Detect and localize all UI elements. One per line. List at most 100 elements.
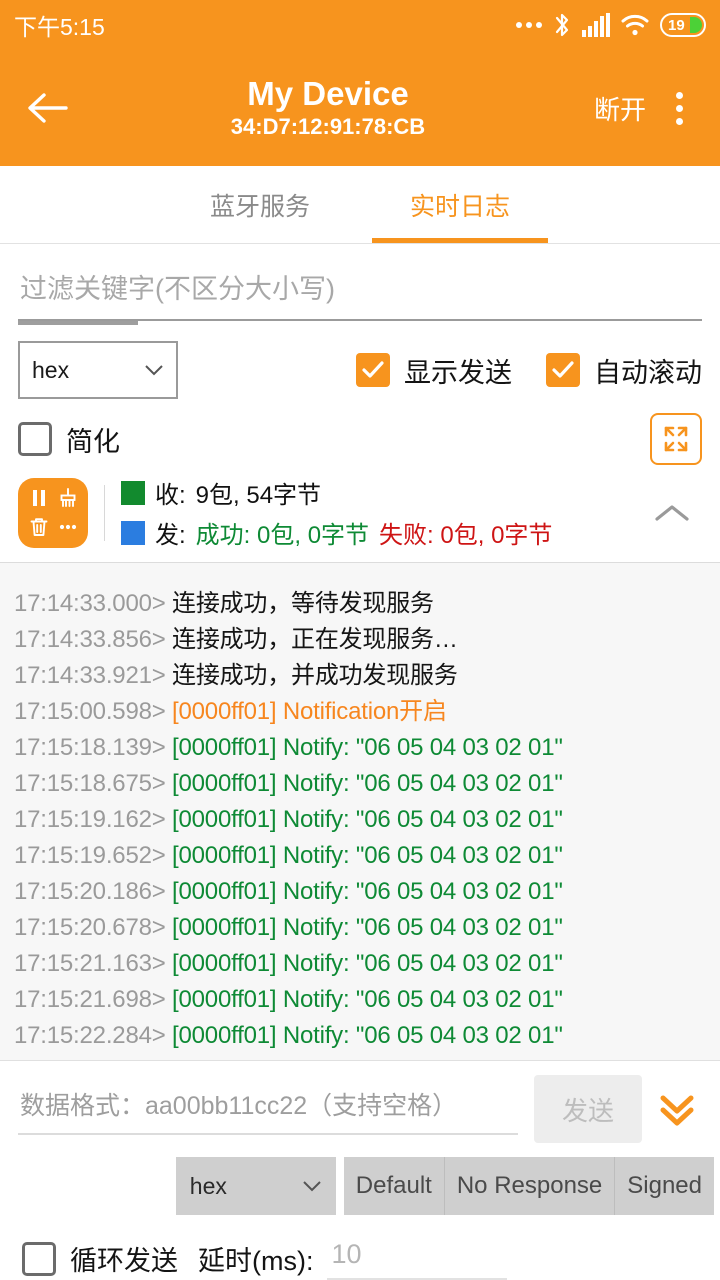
filter-input[interactable] — [18, 270, 702, 321]
log-line: 17:15:18.675> [0000ff01] Notify: "06 05 … — [14, 766, 706, 802]
log-timestamp: 17:15:20.678> — [14, 914, 166, 941]
log-message: 连接成功，并成功发现服务 — [172, 662, 458, 689]
simplify-label: 简化 — [66, 420, 120, 459]
log-line: 17:15:19.162> [0000ff01] Notify: "06 05 … — [14, 802, 706, 838]
write-type-signed-button[interactable]: Signed — [615, 1157, 714, 1215]
stats-divider — [104, 485, 105, 541]
tab-realtime-log[interactable]: 实时日志 — [360, 166, 560, 243]
log-message: [0000ff01] Notify: "06 05 04 03 02 01" — [172, 950, 563, 977]
more-dots-icon — [516, 22, 542, 28]
send-data-input[interactable] — [18, 1084, 518, 1135]
status-bar-icons: 19 — [516, 12, 706, 38]
log-lines-container: 17:14:33.000> 连接成功，等待发现服务 17:14:33.856> … — [14, 586, 706, 1054]
battery-fill — [690, 17, 702, 33]
arrow-left-icon — [26, 90, 70, 126]
log-message: 连接成功，正在发现服务… — [172, 626, 458, 653]
log-line: 17:15:22.284> [0000ff01] Notify: "06 05 … — [14, 1018, 706, 1054]
log-actions-button[interactable] — [18, 478, 88, 548]
log-timestamp: 17:15:00.598> — [14, 698, 166, 725]
log-line: 17:14:33.856> 连接成功，正在发现服务… — [14, 622, 706, 658]
stats-lines: 收: 9包, 54字节 发: 成功: 0包, 0字节 失败: 0包, 0字节 — [121, 475, 642, 550]
write-format-select[interactable]: hex — [176, 1157, 336, 1215]
log-timestamp: 17:15:19.162> — [14, 806, 166, 833]
auto-scroll-checkbox[interactable]: 自动滚动 — [546, 351, 702, 390]
ellipsis-icon — [57, 516, 79, 538]
stats-tx-line: 发: 成功: 0包, 0字节 失败: 0包, 0字节 — [121, 515, 642, 550]
log-timestamp: 17:15:19.652> — [14, 842, 166, 869]
delay-label: 延时(ms): — [198, 1239, 313, 1278]
double-chevron-down-icon — [656, 1089, 698, 1129]
show-send-label: 显示发送 — [404, 351, 512, 390]
loop-send-checkbox[interactable] — [22, 1242, 56, 1276]
simplify-checkbox[interactable]: 简化 — [18, 420, 120, 459]
tx-success-value: 成功: 0包, 0字节 — [196, 515, 369, 550]
show-send-checkbox[interactable]: 显示发送 — [356, 351, 512, 390]
log-timestamp: 17:14:33.921> — [14, 662, 166, 689]
rx-label: 收: — [155, 475, 186, 510]
write-format-value: hex — [190, 1173, 227, 1200]
log-message: [0000ff01] Notify: "06 05 04 03 02 01" — [172, 806, 563, 833]
stats-bar: 收: 9包, 54字节 发: 成功: 0包, 0字节 失败: 0包, 0字节 — [0, 465, 720, 563]
wifi-icon — [621, 14, 649, 36]
log-line: 17:15:21.698> [0000ff01] Notify: "06 05 … — [14, 982, 706, 1018]
log-timestamp: 17:15:21.698> — [14, 986, 166, 1013]
log-timestamp: 17:15:18.139> — [14, 734, 166, 761]
controls-row-secondary: 简化 — [0, 399, 720, 465]
trash-icon — [28, 516, 50, 538]
chevron-down-icon — [302, 1180, 322, 1192]
app-screen: 下午5:15 — [0, 0, 720, 1280]
log-message: [0000ff01] Notify: "06 05 04 03 02 01" — [172, 914, 563, 941]
log-line: 17:15:18.139> [0000ff01] Notify: "06 05 … — [14, 730, 706, 766]
chevron-down-icon — [144, 364, 164, 376]
delay-input[interactable] — [327, 1237, 507, 1280]
write-type-default-button[interactable]: Default — [344, 1157, 445, 1215]
bluetooth-icon — [553, 12, 571, 38]
log-line: 17:15:19.652> [0000ff01] Notify: "06 05 … — [14, 838, 706, 874]
app-bar: My Device 34:D7:12:91:78:CB 断开 — [0, 50, 720, 166]
send-button[interactable]: 发送 — [534, 1075, 642, 1143]
device-mac-address: 34:D7:12:91:78:CB — [231, 113, 425, 141]
expand-arrows-icon — [659, 422, 693, 456]
log-output-area[interactable]: 17:14:33.000> 连接成功，等待发现服务 17:14:33.856> … — [0, 563, 720, 1060]
status-bar: 下午5:15 — [0, 0, 720, 50]
tab-bar: 蓝牙服务 实时日志 — [0, 166, 720, 244]
filter-section — [0, 244, 720, 325]
log-format-select[interactable]: hex — [18, 341, 178, 399]
log-line: 17:15:20.186> [0000ff01] Notify: "06 05 … — [14, 874, 706, 910]
write-options-row: hex Default No Response Signed — [0, 1153, 720, 1215]
log-line: 17:15:21.163> [0000ff01] Notify: "06 05 … — [14, 946, 706, 982]
checkbox-box-simplify — [18, 422, 52, 456]
expand-log-button[interactable] — [650, 413, 702, 465]
log-line: 17:15:20.678> [0000ff01] Notify: "06 05 … — [14, 910, 706, 946]
pause-icon — [28, 487, 50, 509]
auto-scroll-label: 自动滚动 — [594, 351, 702, 390]
log-message: [0000ff01] Notify: "06 05 04 03 02 01" — [172, 878, 563, 905]
collapse-stats-button[interactable] — [642, 483, 702, 543]
tx-failure-value: 失败: 0包, 0字节 — [379, 515, 552, 550]
tx-label: 发: — [155, 515, 186, 550]
log-timestamp: 17:14:33.856> — [14, 626, 166, 653]
page-title: My Device — [247, 75, 408, 113]
rx-color-swatch — [121, 481, 145, 505]
app-bar-titles: My Device 34:D7:12:91:78:CB — [72, 75, 584, 140]
log-timestamp: 17:15:20.186> — [14, 878, 166, 905]
rx-value: 9包, 54字节 — [196, 475, 321, 510]
loop-send-row: 循环发送 延时(ms): — [0, 1215, 720, 1280]
log-line: 17:15:00.598> [0000ff01] Notification开启 — [14, 694, 706, 730]
log-message: 连接成功，等待发现服务 — [172, 590, 434, 617]
log-timestamp: 17:15:18.675> — [14, 770, 166, 797]
log-timestamp: 17:15:22.284> — [14, 1022, 166, 1049]
battery-level: 19 — [668, 18, 685, 33]
write-type-no-response-button[interactable]: No Response — [445, 1157, 615, 1215]
scroll-to-bottom-button[interactable] — [648, 1075, 706, 1143]
log-line: 17:14:33.921> 连接成功，并成功发现服务 — [14, 658, 706, 694]
loop-send-label: 循环发送 — [70, 1239, 178, 1278]
overflow-menu-button[interactable] — [656, 78, 702, 138]
write-type-segmented-control: Default No Response Signed — [344, 1157, 714, 1215]
stats-rx-line: 收: 9包, 54字节 — [121, 475, 642, 510]
tab-bluetooth-services[interactable]: 蓝牙服务 — [160, 166, 360, 243]
log-message: [0000ff01] Notify: "06 05 04 03 02 01" — [172, 986, 563, 1013]
disconnect-button[interactable]: 断开 — [584, 82, 656, 135]
log-message: [0000ff01] Notify: "06 05 04 03 02 01" — [172, 734, 563, 761]
back-button[interactable] — [18, 78, 78, 138]
